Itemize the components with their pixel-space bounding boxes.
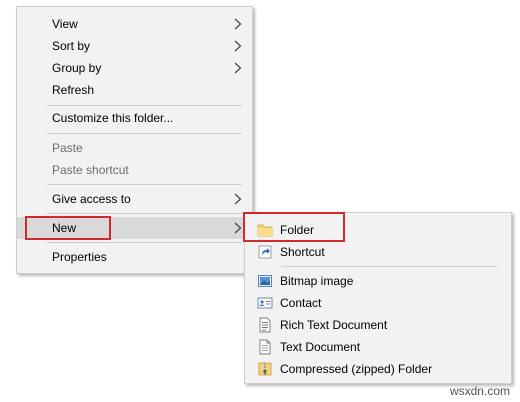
bitmap-image-icon: [258, 275, 272, 287]
submenu-item-text-document[interactable]: Text Document: [245, 336, 511, 358]
menu-item-refresh[interactable]: Refresh: [17, 79, 252, 101]
menu-item-label: Customize this folder...: [52, 111, 174, 125]
submenu-item-label: Text Document: [280, 340, 361, 354]
menu-separator: [47, 184, 242, 185]
contact-icon: [257, 297, 273, 309]
menu-separator: [47, 133, 242, 134]
chevron-right-icon: [234, 193, 242, 205]
menu-separator: [47, 213, 242, 214]
rich-text-document-icon: [259, 317, 271, 333]
menu-item-label: Give access to: [52, 192, 131, 206]
chevron-right-icon: [234, 222, 242, 234]
menu-item-customize-folder[interactable]: Customize this folder...: [17, 107, 252, 129]
menu-item-label: View: [52, 17, 78, 31]
submenu-item-label: Bitmap image: [280, 274, 354, 288]
menu-item-properties[interactable]: Properties: [17, 246, 252, 268]
chevron-right-icon: [234, 62, 242, 74]
folder-highlight-box: [243, 212, 345, 242]
submenu-item-label: Rich Text Document: [280, 318, 388, 332]
submenu-item-contact[interactable]: Contact: [245, 292, 511, 314]
menu-separator: [47, 242, 242, 243]
chevron-right-icon: [234, 40, 242, 52]
text-document-icon: [259, 339, 271, 355]
submenu-item-label: Contact: [280, 296, 322, 310]
submenu-item-compressed-folder[interactable]: Compressed (zipped) Folder: [245, 358, 511, 380]
menu-item-paste: Paste: [17, 137, 252, 159]
menu-separator: [281, 266, 497, 267]
menu-item-label: Properties: [52, 250, 107, 264]
menu-item-label: Sort by: [52, 39, 91, 53]
menu-item-group-by[interactable]: Group by: [17, 57, 252, 79]
chevron-right-icon: [234, 18, 242, 30]
watermark: wsxdn.com: [449, 384, 510, 398]
shortcut-icon: [258, 245, 272, 259]
submenu-item-shortcut[interactable]: Shortcut: [245, 241, 511, 263]
submenu-item-bitmap-image[interactable]: Bitmap image: [245, 270, 511, 292]
menu-item-label: Paste shortcut: [52, 163, 129, 177]
submenu-item-label: Shortcut: [280, 245, 325, 259]
menu-item-give-access-to[interactable]: Give access to: [17, 188, 252, 210]
menu-item-sort-by[interactable]: Sort by: [17, 35, 252, 57]
submenu-item-rich-text-document[interactable]: Rich Text Document: [245, 314, 511, 336]
zip-folder-icon: [258, 362, 272, 376]
menu-item-view[interactable]: View: [17, 13, 252, 35]
menu-separator: [47, 105, 242, 106]
new-highlight-box: [25, 216, 111, 240]
menu-item-label: Paste: [52, 141, 83, 155]
menu-item-paste-shortcut: Paste shortcut: [17, 159, 252, 181]
menu-item-label: Refresh: [52, 83, 95, 97]
menu-item-label: Group by: [52, 61, 102, 75]
submenu-item-label: Compressed (zipped) Folder: [280, 362, 433, 376]
